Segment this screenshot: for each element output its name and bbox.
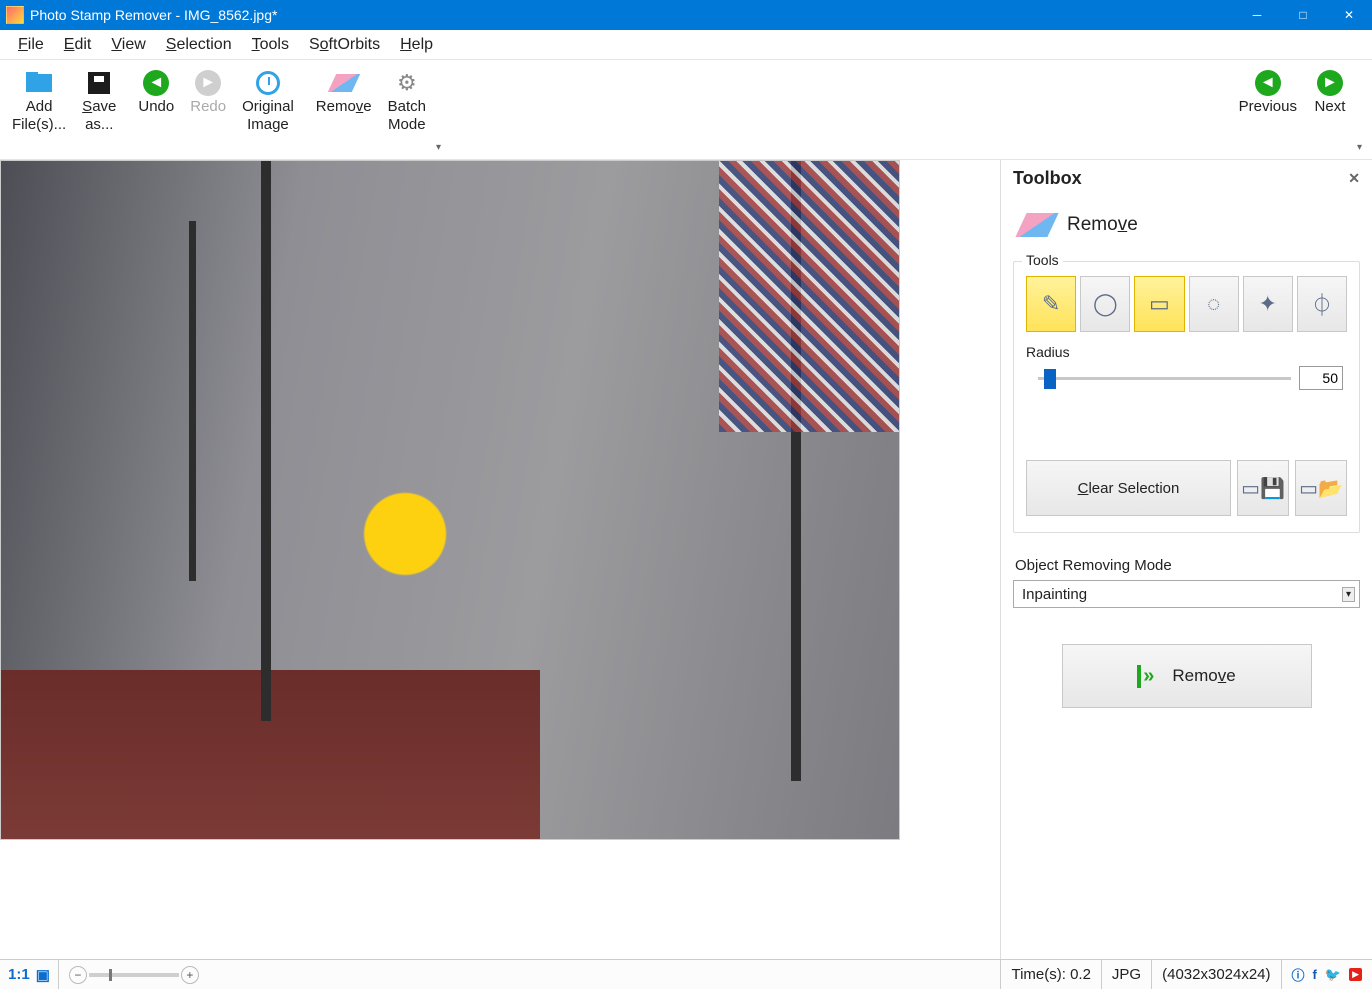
toolbox-panel: Toolbox ✕ Remove Tools ✎ ◯ ▭ ◌ ✦ ⏀ Radiu…: [1000, 160, 1372, 959]
save-icon: [88, 68, 110, 98]
menu-selection[interactable]: Selection: [156, 32, 242, 58]
radius-label: Radius: [1026, 344, 1347, 360]
marker-tool[interactable]: ✎: [1026, 276, 1076, 332]
folder-open-icon: [26, 68, 52, 98]
toolbar-overflow-icon[interactable]: ▾: [434, 142, 447, 159]
undo-icon: ◄: [143, 68, 169, 98]
load-selection-button[interactable]: ▭📂: [1295, 460, 1347, 516]
facebook-icon[interactable]: f: [1313, 967, 1317, 982]
menu-bar: File Edit View Selection Tools SoftOrbit…: [0, 30, 1372, 60]
toolbox-close-icon[interactable]: ✕: [1348, 170, 1360, 187]
nav-overflow-icon[interactable]: ▾: [1355, 142, 1368, 159]
batch-mode-button[interactable]: ⚙ BatchMode: [380, 64, 434, 159]
freeform-tool[interactable]: ◯: [1080, 276, 1130, 332]
info-icon[interactable]: ⓘ: [1292, 965, 1305, 984]
zoom-out-button[interactable]: −: [69, 966, 87, 984]
menu-file[interactable]: File: [8, 32, 54, 58]
youtube-icon[interactable]: ▶: [1349, 968, 1362, 981]
tools-group-label: Tools: [1022, 252, 1063, 268]
remove-action-button[interactable]: » Remove: [1062, 644, 1312, 708]
gear-icon: ⚙: [397, 68, 417, 98]
eraser-icon: [332, 68, 356, 98]
menu-tools[interactable]: Tools: [242, 32, 299, 58]
clear-selection-button[interactable]: Clear Selection: [1026, 460, 1231, 516]
maximize-button[interactable]: □: [1280, 0, 1326, 30]
title-bar: Photo Stamp Remover - IMG_8562.jpg* ─ □ …: [0, 0, 1372, 30]
menu-view[interactable]: View: [101, 32, 155, 58]
chevron-down-icon: ▾: [1342, 587, 1355, 602]
next-icon: ►: [1317, 68, 1343, 98]
save-as-button[interactable]: Saveas...: [74, 64, 124, 159]
lasso-tool[interactable]: ◌: [1189, 276, 1239, 332]
toolbox-title: Toolbox: [1013, 168, 1082, 189]
main-area: Toolbox ✕ Remove Tools ✎ ◯ ▭ ◌ ✦ ⏀ Radiu…: [0, 160, 1372, 959]
minimize-button[interactable]: ─: [1234, 0, 1280, 30]
previous-button[interactable]: ◄ Previous: [1231, 64, 1305, 159]
menu-help[interactable]: Help: [390, 32, 443, 58]
app-icon: [6, 6, 24, 24]
image-canvas[interactable]: [0, 160, 1000, 959]
status-bar: 1:1 ▣ − + Time(s): 0.2 JPG (4032x3024x24…: [0, 959, 1372, 989]
status-format: JPG: [1101, 960, 1151, 989]
clock-icon: [256, 68, 280, 98]
main-toolbar: AddFile(s)... Saveas... ◄ Undo ► Redo Or…: [0, 60, 1372, 160]
menu-edit[interactable]: Edit: [54, 32, 102, 58]
fit-screen-icon[interactable]: ▣: [36, 966, 50, 984]
redo-button[interactable]: ► Redo: [182, 64, 234, 159]
rectangle-tool[interactable]: ▭: [1134, 276, 1184, 332]
redo-icon: ►: [195, 68, 221, 98]
twitter-icon[interactable]: 🐦: [1325, 967, 1341, 983]
tools-group: Tools ✎ ◯ ▭ ◌ ✦ ⏀ Radius Clear Selection…: [1013, 261, 1360, 533]
zoom-slider[interactable]: [89, 973, 179, 977]
mode-select[interactable]: Inpainting ▾: [1013, 580, 1360, 608]
window-controls: ─ □ ✕: [1234, 0, 1372, 30]
add-files-button[interactable]: AddFile(s)...: [4, 64, 74, 159]
clone-stamp-tool[interactable]: ⏀: [1297, 276, 1347, 332]
original-image-button[interactable]: OriginalImage: [234, 64, 302, 159]
radius-input[interactable]: [1299, 366, 1343, 390]
close-button[interactable]: ✕: [1326, 0, 1372, 30]
window-title: Photo Stamp Remover - IMG_8562.jpg*: [30, 7, 277, 23]
undo-button[interactable]: ◄ Undo: [130, 64, 182, 159]
remove-toolbar-button[interactable]: Remove: [308, 64, 380, 159]
status-dimensions: (4032x3024x24): [1151, 960, 1280, 989]
save-selection-button[interactable]: ▭💾: [1237, 460, 1289, 516]
next-button[interactable]: ► Next: [1305, 64, 1355, 159]
zoom-ratio[interactable]: 1:1: [8, 966, 30, 983]
zoom-in-button[interactable]: +: [181, 966, 199, 984]
toolbox-section-header: Remove: [1013, 195, 1360, 261]
photo-preview: [0, 160, 900, 840]
mode-label: Object Removing Mode: [1015, 557, 1358, 574]
previous-icon: ◄: [1255, 68, 1281, 98]
radius-slider[interactable]: [1038, 368, 1291, 388]
menu-softorbits[interactable]: SoftOrbits: [299, 32, 390, 58]
status-time: Time(s): 0.2: [1000, 960, 1100, 989]
eraser-icon: [1015, 213, 1058, 237]
mode-value: Inpainting: [1022, 586, 1087, 603]
magic-wand-tool[interactable]: ✦: [1243, 276, 1293, 332]
run-arrow-icon: »: [1137, 665, 1154, 688]
